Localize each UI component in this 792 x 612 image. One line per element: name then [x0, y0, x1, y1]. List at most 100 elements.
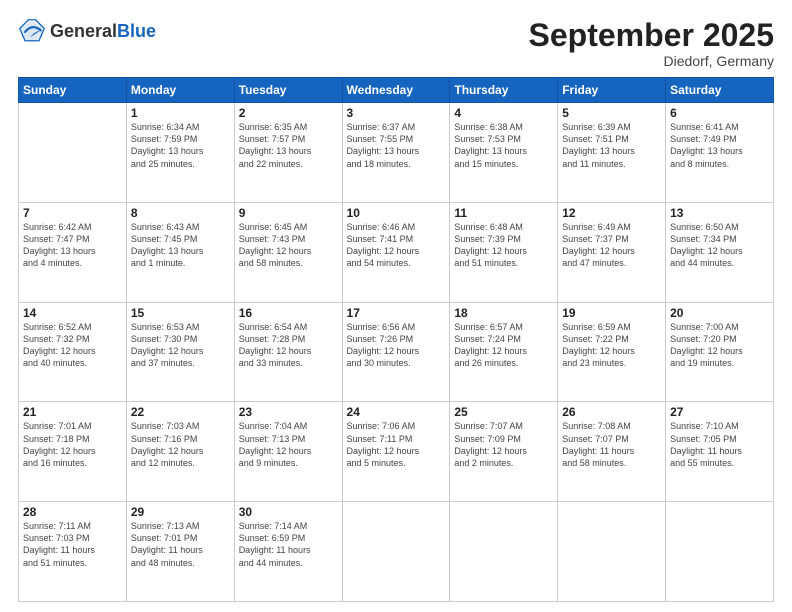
logo: GeneralBlue: [18, 18, 156, 46]
logo-text: GeneralBlue: [50, 22, 156, 42]
day-info: Sunrise: 6:41 AM Sunset: 7:49 PM Dayligh…: [670, 121, 769, 170]
calendar-cell: 19Sunrise: 6:59 AM Sunset: 7:22 PM Dayli…: [558, 302, 666, 402]
day-number: 1: [131, 106, 230, 120]
day-info: Sunrise: 7:10 AM Sunset: 7:05 PM Dayligh…: [670, 420, 769, 469]
day-info: Sunrise: 6:50 AM Sunset: 7:34 PM Dayligh…: [670, 221, 769, 270]
logo-general: General: [50, 21, 117, 41]
day-number: 21: [23, 405, 122, 419]
day-info: Sunrise: 7:07 AM Sunset: 7:09 PM Dayligh…: [454, 420, 553, 469]
day-info: Sunrise: 6:59 AM Sunset: 7:22 PM Dayligh…: [562, 321, 661, 370]
day-number: 4: [454, 106, 553, 120]
day-number: 29: [131, 505, 230, 519]
calendar-cell: 29Sunrise: 7:13 AM Sunset: 7:01 PM Dayli…: [126, 502, 234, 602]
day-info: Sunrise: 7:03 AM Sunset: 7:16 PM Dayligh…: [131, 420, 230, 469]
day-info: Sunrise: 6:34 AM Sunset: 7:59 PM Dayligh…: [131, 121, 230, 170]
calendar-week-3: 14Sunrise: 6:52 AM Sunset: 7:32 PM Dayli…: [19, 302, 774, 402]
calendar-cell: 12Sunrise: 6:49 AM Sunset: 7:37 PM Dayli…: [558, 202, 666, 302]
page: GeneralBlue September 2025 Diedorf, Germ…: [0, 0, 792, 612]
day-number: 15: [131, 306, 230, 320]
day-number: 13: [670, 206, 769, 220]
calendar-cell: 15Sunrise: 6:53 AM Sunset: 7:30 PM Dayli…: [126, 302, 234, 402]
day-number: 6: [670, 106, 769, 120]
day-info: Sunrise: 7:04 AM Sunset: 7:13 PM Dayligh…: [239, 420, 338, 469]
day-number: 9: [239, 206, 338, 220]
day-info: Sunrise: 6:38 AM Sunset: 7:53 PM Dayligh…: [454, 121, 553, 170]
day-number: 25: [454, 405, 553, 419]
day-number: 11: [454, 206, 553, 220]
location: Diedorf, Germany: [529, 53, 774, 69]
calendar-cell: 26Sunrise: 7:08 AM Sunset: 7:07 PM Dayli…: [558, 402, 666, 502]
calendar-cell: 11Sunrise: 6:48 AM Sunset: 7:39 PM Dayli…: [450, 202, 558, 302]
calendar-cell: 8Sunrise: 6:43 AM Sunset: 7:45 PM Daylig…: [126, 202, 234, 302]
col-wednesday: Wednesday: [342, 78, 450, 103]
day-info: Sunrise: 6:57 AM Sunset: 7:24 PM Dayligh…: [454, 321, 553, 370]
col-tuesday: Tuesday: [234, 78, 342, 103]
calendar-cell: 16Sunrise: 6:54 AM Sunset: 7:28 PM Dayli…: [234, 302, 342, 402]
day-number: 26: [562, 405, 661, 419]
calendar-cell: [19, 103, 127, 203]
calendar-cell: 13Sunrise: 6:50 AM Sunset: 7:34 PM Dayli…: [666, 202, 774, 302]
calendar-week-5: 28Sunrise: 7:11 AM Sunset: 7:03 PM Dayli…: [19, 502, 774, 602]
day-number: 17: [347, 306, 446, 320]
day-number: 18: [454, 306, 553, 320]
calendar-cell: 20Sunrise: 7:00 AM Sunset: 7:20 PM Dayli…: [666, 302, 774, 402]
col-monday: Monday: [126, 78, 234, 103]
calendar-cell: 27Sunrise: 7:10 AM Sunset: 7:05 PM Dayli…: [666, 402, 774, 502]
calendar-cell: 17Sunrise: 6:56 AM Sunset: 7:26 PM Dayli…: [342, 302, 450, 402]
day-number: 7: [23, 206, 122, 220]
header: GeneralBlue September 2025 Diedorf, Germ…: [18, 18, 774, 69]
calendar-cell: 21Sunrise: 7:01 AM Sunset: 7:18 PM Dayli…: [19, 402, 127, 502]
day-number: 5: [562, 106, 661, 120]
day-info: Sunrise: 7:08 AM Sunset: 7:07 PM Dayligh…: [562, 420, 661, 469]
calendar-cell: 22Sunrise: 7:03 AM Sunset: 7:16 PM Dayli…: [126, 402, 234, 502]
day-info: Sunrise: 6:46 AM Sunset: 7:41 PM Dayligh…: [347, 221, 446, 270]
day-number: 2: [239, 106, 338, 120]
calendar-cell: 18Sunrise: 6:57 AM Sunset: 7:24 PM Dayli…: [450, 302, 558, 402]
day-number: 3: [347, 106, 446, 120]
day-number: 20: [670, 306, 769, 320]
calendar-cell: 5Sunrise: 6:39 AM Sunset: 7:51 PM Daylig…: [558, 103, 666, 203]
calendar-cell: 9Sunrise: 6:45 AM Sunset: 7:43 PM Daylig…: [234, 202, 342, 302]
col-sunday: Sunday: [19, 78, 127, 103]
calendar-cell: 7Sunrise: 6:42 AM Sunset: 7:47 PM Daylig…: [19, 202, 127, 302]
calendar-cell: [666, 502, 774, 602]
calendar: Sunday Monday Tuesday Wednesday Thursday…: [18, 77, 774, 602]
calendar-cell: 6Sunrise: 6:41 AM Sunset: 7:49 PM Daylig…: [666, 103, 774, 203]
day-number: 12: [562, 206, 661, 220]
logo-icon: [18, 18, 46, 46]
calendar-cell: 28Sunrise: 7:11 AM Sunset: 7:03 PM Dayli…: [19, 502, 127, 602]
col-thursday: Thursday: [450, 78, 558, 103]
day-info: Sunrise: 6:37 AM Sunset: 7:55 PM Dayligh…: [347, 121, 446, 170]
calendar-week-2: 7Sunrise: 6:42 AM Sunset: 7:47 PM Daylig…: [19, 202, 774, 302]
day-info: Sunrise: 6:42 AM Sunset: 7:47 PM Dayligh…: [23, 221, 122, 270]
day-info: Sunrise: 7:13 AM Sunset: 7:01 PM Dayligh…: [131, 520, 230, 569]
month-title: September 2025: [529, 18, 774, 53]
title-block: September 2025 Diedorf, Germany: [529, 18, 774, 69]
day-info: Sunrise: 6:53 AM Sunset: 7:30 PM Dayligh…: [131, 321, 230, 370]
calendar-cell: 10Sunrise: 6:46 AM Sunset: 7:41 PM Dayli…: [342, 202, 450, 302]
day-number: 10: [347, 206, 446, 220]
calendar-cell: 4Sunrise: 6:38 AM Sunset: 7:53 PM Daylig…: [450, 103, 558, 203]
day-number: 22: [131, 405, 230, 419]
day-number: 28: [23, 505, 122, 519]
day-number: 14: [23, 306, 122, 320]
calendar-cell: [450, 502, 558, 602]
day-info: Sunrise: 6:35 AM Sunset: 7:57 PM Dayligh…: [239, 121, 338, 170]
calendar-cell: 24Sunrise: 7:06 AM Sunset: 7:11 PM Dayli…: [342, 402, 450, 502]
header-row: Sunday Monday Tuesday Wednesday Thursday…: [19, 78, 774, 103]
calendar-cell: 30Sunrise: 7:14 AM Sunset: 6:59 PM Dayli…: [234, 502, 342, 602]
day-info: Sunrise: 6:48 AM Sunset: 7:39 PM Dayligh…: [454, 221, 553, 270]
day-info: Sunrise: 6:52 AM Sunset: 7:32 PM Dayligh…: [23, 321, 122, 370]
day-info: Sunrise: 7:01 AM Sunset: 7:18 PM Dayligh…: [23, 420, 122, 469]
calendar-cell: [342, 502, 450, 602]
day-number: 30: [239, 505, 338, 519]
day-info: Sunrise: 6:49 AM Sunset: 7:37 PM Dayligh…: [562, 221, 661, 270]
day-info: Sunrise: 6:45 AM Sunset: 7:43 PM Dayligh…: [239, 221, 338, 270]
day-info: Sunrise: 6:39 AM Sunset: 7:51 PM Dayligh…: [562, 121, 661, 170]
day-info: Sunrise: 6:54 AM Sunset: 7:28 PM Dayligh…: [239, 321, 338, 370]
calendar-week-4: 21Sunrise: 7:01 AM Sunset: 7:18 PM Dayli…: [19, 402, 774, 502]
col-friday: Friday: [558, 78, 666, 103]
day-number: 24: [347, 405, 446, 419]
day-info: Sunrise: 7:06 AM Sunset: 7:11 PM Dayligh…: [347, 420, 446, 469]
calendar-cell: 23Sunrise: 7:04 AM Sunset: 7:13 PM Dayli…: [234, 402, 342, 502]
